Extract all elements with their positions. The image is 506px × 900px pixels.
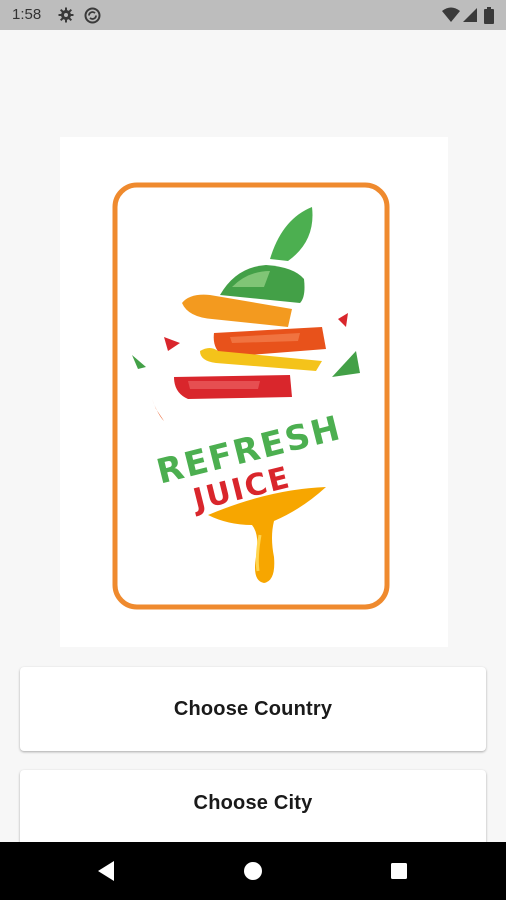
choose-country-label: Choose Country <box>173 697 333 720</box>
home-button[interactable] <box>223 842 283 900</box>
navigation-bar <box>0 842 506 900</box>
gear-icon <box>58 7 74 23</box>
signal-icon <box>463 8 477 22</box>
status-bar: 1:58 <box>0 0 506 30</box>
choose-city-label: Choose City <box>193 792 313 814</box>
back-icon <box>98 861 114 881</box>
choose-country-button[interactable]: Choose Country <box>20 667 486 751</box>
refresh-juice-logo: REFRESH JUICE <box>60 137 448 647</box>
back-button[interactable] <box>76 842 136 900</box>
battery-icon <box>484 7 494 24</box>
main-content: REFRESH JUICE Choose Country Choose City <box>0 30 506 860</box>
sync-icon <box>84 7 101 24</box>
wifi-icon <box>442 7 460 22</box>
home-icon <box>244 862 262 880</box>
recents-icon <box>391 863 407 879</box>
status-time: 1:58 <box>12 6 42 23</box>
recents-button[interactable] <box>369 842 429 900</box>
